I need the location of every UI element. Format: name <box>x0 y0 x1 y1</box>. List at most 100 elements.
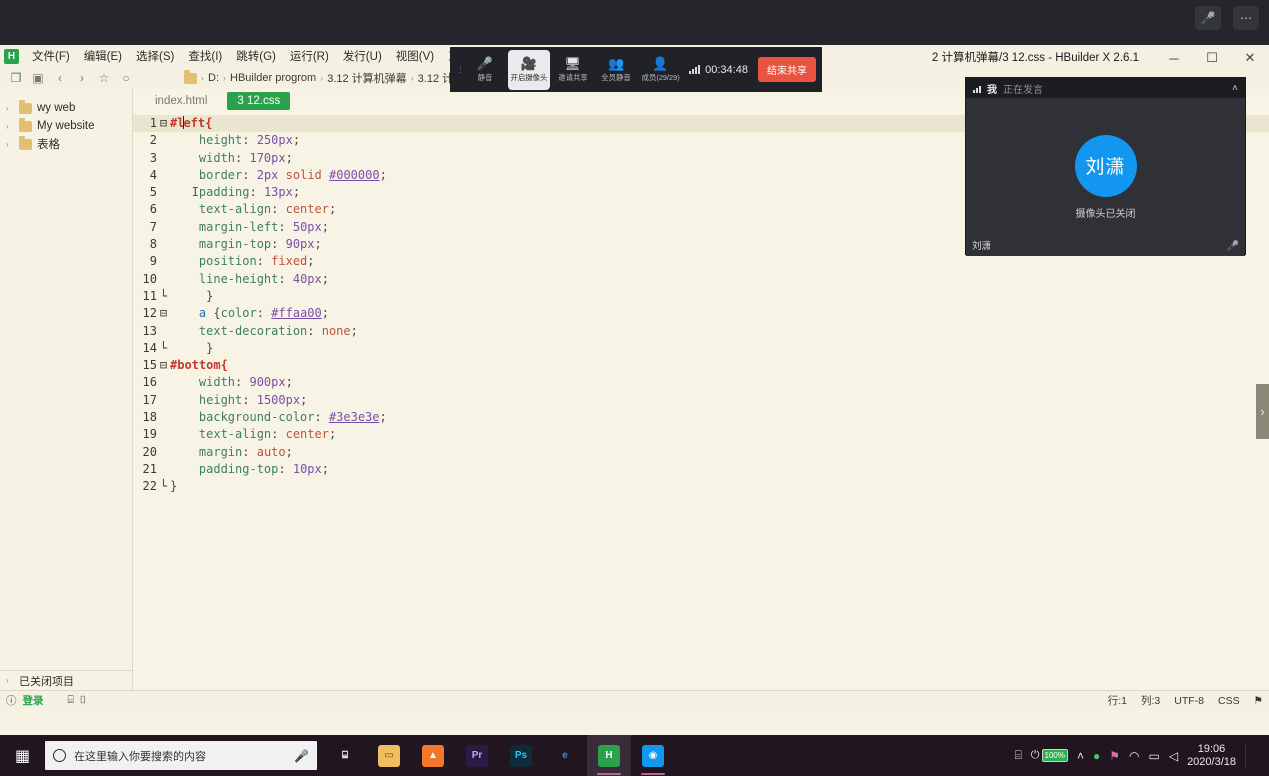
fold-marker[interactable]: └ <box>157 288 170 305</box>
code-line[interactable]: line-height: 40px; <box>170 271 1269 288</box>
fold-marker[interactable]: └ <box>157 478 170 495</box>
new-file-icon[interactable]: ❐ <box>6 69 26 87</box>
code-line[interactable]: } <box>170 288 1269 305</box>
save-icon[interactable]: ▣ <box>28 69 48 87</box>
code-line[interactable]: width: 900px; <box>170 374 1269 391</box>
photoshop-icon[interactable]: Ps <box>499 735 543 776</box>
chat-icon[interactable]: ● <box>1093 749 1100 763</box>
share-button[interactable]: 🖥 邀请共享 <box>552 50 594 90</box>
show-desktop-button[interactable] <box>1245 742 1261 769</box>
hbuilder-icon[interactable]: H <box>587 735 631 776</box>
notification-icon[interactable]: ⚑ <box>1254 695 1263 707</box>
language-label[interactable]: CSS <box>1218 695 1240 707</box>
menu-view[interactable]: 视图(V) <box>389 46 441 66</box>
code-line[interactable]: height: 1500px; <box>170 392 1269 409</box>
menu-select[interactable]: 选择(S) <box>129 46 181 66</box>
menu-goto[interactable]: 跳转(G) <box>229 46 283 66</box>
alert-icon[interactable]: ⚑ <box>1109 749 1120 763</box>
login-link[interactable]: 登录 <box>23 693 44 708</box>
battery-icon[interactable]: ⏻ 100% <box>1031 749 1068 762</box>
menu-publish[interactable]: 发行(U) <box>336 46 389 66</box>
mute-button[interactable]: 🎤 静音 <box>464 50 506 90</box>
chevron-right-icon[interactable]: › <box>6 122 14 131</box>
fold-marker[interactable] <box>157 150 170 167</box>
premiere-icon[interactable]: Pr <box>455 735 499 776</box>
fold-marker[interactable] <box>157 392 170 409</box>
menu-find[interactable]: 查找(I) <box>181 46 229 66</box>
menu-file[interactable]: 文件(F) <box>25 46 77 66</box>
fold-marker[interactable]: ⊟ <box>157 115 170 133</box>
fold-marker[interactable]: ⊟ <box>157 357 170 374</box>
chevron-right-icon[interactable]: › <box>6 676 14 685</box>
fold-marker[interactable] <box>157 184 170 201</box>
wifi-icon[interactable]: ◠ <box>1129 749 1139 763</box>
code-fold-gutter[interactable]: ⊟ └ ⊟ └ ⊟ └ <box>157 113 170 496</box>
fold-marker[interactable] <box>157 167 170 184</box>
ime-icon[interactable]: ⌸ <box>1015 748 1022 763</box>
fold-marker[interactable] <box>157 444 170 461</box>
minimize-button[interactable]: ─ <box>1155 45 1193 71</box>
forward-icon[interactable]: › <box>72 69 92 87</box>
camera-button[interactable]: 🎥 开启摄像头 <box>507 49 550 90</box>
windows-logo-icon[interactable]: ▦ <box>0 735 45 776</box>
task-view-icon[interactable]: ⌸ <box>323 735 367 776</box>
fold-marker[interactable] <box>157 426 170 443</box>
code-line[interactable]: text-decoration: none; <box>170 323 1269 340</box>
network-icon[interactable]: ▭ <box>1148 749 1159 763</box>
fold-marker[interactable] <box>157 409 170 426</box>
fold-marker[interactable] <box>157 323 170 340</box>
more-options-icon[interactable]: ⋯ <box>1233 6 1259 30</box>
code-line[interactable]: background-color: #3e3e3e; <box>170 409 1269 426</box>
self-video-panel[interactable]: 我 正在发言 ˄ 刘潇 摄像头已关闭 刘潇 🎤 <box>965 77 1246 256</box>
fold-marker[interactable] <box>157 236 170 253</box>
edge-icon[interactable]: e <box>543 735 587 776</box>
drag-handle-icon[interactable]: ⋮ <box>456 62 465 78</box>
close-button[interactable]: ✕ <box>1231 45 1269 71</box>
tab-index-html[interactable]: index.html <box>145 92 217 110</box>
fold-marker[interactable] <box>157 271 170 288</box>
tab-3-12-css[interactable]: 3 12.css <box>227 92 291 110</box>
fold-marker[interactable] <box>157 374 170 391</box>
code-line[interactable]: a {color: #ffaa00; <box>170 305 1269 322</box>
breadcrumb-item-drive[interactable]: D: <box>208 72 219 84</box>
file-explorer-icon[interactable]: ▭ <box>367 735 411 776</box>
search-input[interactable]: 在这里输入你要搜索的内容 🎤 <box>45 741 317 770</box>
closed-projects-row[interactable]: › 已关闭项目 <box>0 670 132 690</box>
code-line[interactable]: margin: auto; <box>170 444 1269 461</box>
meeting-icon[interactable]: ◉ <box>631 735 675 776</box>
sidebar-item-wy-web[interactable]: › wy web <box>0 99 132 117</box>
sidebar-item-biaoge[interactable]: › 表格 <box>0 135 132 153</box>
code-line[interactable]: #bottom{ <box>170 357 1269 374</box>
encoding-label[interactable]: UTF-8 <box>1174 695 1204 707</box>
menu-edit[interactable]: 编辑(E) <box>77 46 129 66</box>
microphone-icon[interactable]: 🎤 <box>294 749 309 763</box>
menu-run[interactable]: 运行(R) <box>283 46 336 66</box>
breadcrumb-item-project[interactable]: 3.12 计算机弹幕 <box>327 70 406 86</box>
microphone-icon[interactable]: 🎤 <box>1195 6 1221 30</box>
back-icon[interactable]: ‹ <box>50 69 70 87</box>
fold-marker[interactable] <box>157 132 170 149</box>
panel-bottom-icon[interactable]: ⌷ <box>80 694 86 707</box>
refresh-icon[interactable]: ○ <box>116 69 136 87</box>
sidebar-item-my-website[interactable]: › My website <box>0 117 132 135</box>
fold-marker[interactable]: ⊟ <box>157 305 170 322</box>
fold-marker[interactable] <box>157 253 170 270</box>
maximize-button[interactable]: ☐ <box>1193 45 1231 71</box>
volume-icon[interactable]: ◁ <box>1169 749 1178 763</box>
end-share-button[interactable]: 结束共享 <box>757 57 816 82</box>
chevron-right-icon[interactable]: › <box>6 104 14 113</box>
code-line[interactable]: text-align: center; <box>170 426 1269 443</box>
breadcrumb-item-folder[interactable]: HBuilder progrom <box>230 72 316 84</box>
expand-right-panel-button[interactable]: › <box>1256 384 1269 439</box>
taskbar-clock[interactable]: 19:06 2020/3/18 <box>1187 743 1236 769</box>
muteall-button[interactable]: 👥 全员静音 <box>595 50 637 90</box>
code-line[interactable]: } <box>170 340 1269 357</box>
chevron-up-icon[interactable]: ˄ <box>1077 749 1084 763</box>
fold-marker[interactable] <box>157 201 170 218</box>
fold-marker[interactable] <box>157 461 170 478</box>
panel-left-icon[interactable]: ⌸ <box>68 694 74 707</box>
chevron-right-icon[interactable]: › <box>6 140 14 149</box>
members-button[interactable]: 👤 成员(29/29) <box>639 50 681 90</box>
favorite-icon[interactable]: ☆ <box>94 69 114 87</box>
chevron-up-icon[interactable]: ˄ <box>1232 83 1238 94</box>
